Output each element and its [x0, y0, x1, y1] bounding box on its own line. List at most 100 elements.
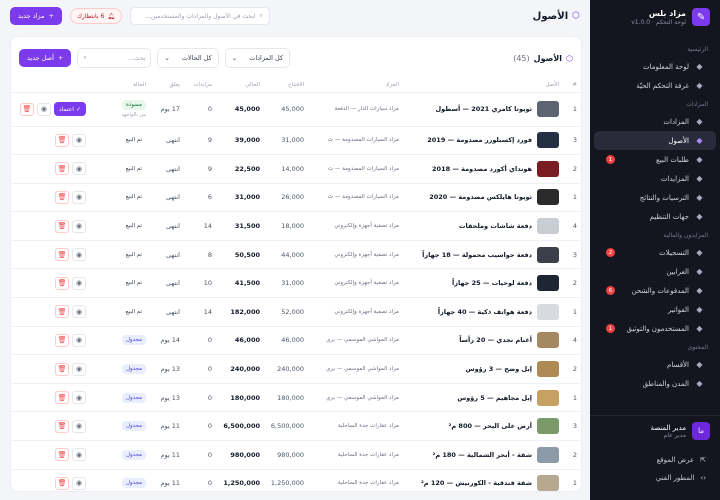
- view-button[interactable]: ◉: [72, 362, 86, 376]
- view-button[interactable]: ◉: [72, 419, 86, 433]
- delete-button[interactable]: 🗑︎: [55, 162, 69, 176]
- delete-button[interactable]: 🗑︎: [55, 219, 69, 233]
- row-number-cell: 2: [563, 268, 581, 299]
- sidebar-item[interactable]: ◆ الترسيات والنتائج: [594, 188, 716, 207]
- table-row[interactable]: 2 هونداي أكورد مصدومة — 2018 مزاد السيارات…: [11, 154, 581, 184]
- brand[interactable]: ✎ مزاد بلس لوحة التحكم · v1.0.0: [590, 0, 720, 34]
- pending-badge[interactable]: 🔔︎ 6 بانتظارك: [69, 8, 122, 24]
- delete-button[interactable]: 🗑︎: [55, 133, 69, 147]
- sidebar-item[interactable]: ◆ المزايدات: [594, 169, 716, 188]
- view-button[interactable]: ◉: [72, 248, 86, 262]
- asset-link[interactable]: دفعة حواسيب محمولة — 18 جهازاً: [407, 246, 559, 263]
- table-row[interactable]: 3 فورد إكسبلورر مصدومة — 2019 مزاد السيارا…: [11, 126, 581, 156]
- table-row[interactable]: 4 دفعة شاشات وملحقات مزاد تصفية أجهزة وإلك…: [11, 211, 581, 241]
- auction-filter-select[interactable]: كل المزادات ⌄: [224, 48, 291, 68]
- table-row[interactable]: 1 دفعة هواتف ذكية — 40 جهازاً مزاد تصفية أ…: [11, 297, 581, 327]
- global-search-input[interactable]: ⌕ ابحث في الأصول والمزادات والمستخدمين..…: [129, 7, 270, 25]
- asset-thumbnail: [537, 446, 559, 463]
- view-button[interactable]: ◉: [72, 333, 86, 347]
- delete-button[interactable]: 🗑︎: [55, 190, 69, 204]
- closes-cell: انتهى: [150, 297, 184, 327]
- delete-button[interactable]: 🗑︎: [55, 305, 69, 319]
- sidebar-item[interactable]: ◆ المدفوعات والشحن 6: [594, 281, 716, 300]
- sidebar-item[interactable]: ◆ الأقسام: [594, 355, 716, 374]
- asset-link[interactable]: تويوتا هايلكس مصدومة — 2020: [407, 189, 559, 206]
- table-row[interactable]: 3 أرض على البحر — 800 م² مزاد عقارات جدة ا…: [11, 411, 581, 442]
- asset-link[interactable]: فورد إكسبلورر مصدومة — 2019: [407, 132, 559, 149]
- view-button[interactable]: ◉: [72, 276, 86, 290]
- table-row[interactable]: 2 دفعة لوحيات — 25 جهازاً مزاد تصفية أجهزة…: [11, 268, 581, 299]
- view-button[interactable]: ◉: [72, 219, 86, 233]
- asset-link[interactable]: هونداي أكورد مصدومة — 2018: [407, 160, 559, 177]
- opening-price-cell: 1,250,000: [264, 469, 308, 491]
- view-button[interactable]: ◉: [72, 391, 86, 405]
- delete-button[interactable]: 🗑︎: [55, 248, 69, 262]
- delete-button[interactable]: 🗑︎: [19, 102, 34, 116]
- opening-price: 46,000: [281, 336, 304, 345]
- box-icon: ⬡: [566, 53, 573, 63]
- asset-link[interactable]: تويوتا كامري 2021 — أسطول: [407, 101, 559, 117]
- table-row[interactable]: 1 شقة فندقية - الكورنيش — 120 م² مزاد عقار…: [11, 469, 581, 491]
- sidebar-item[interactable]: ◆ لوحة المعلومات: [594, 57, 716, 76]
- delete-button[interactable]: 🗑︎: [55, 391, 69, 405]
- view-button[interactable]: ◉: [72, 448, 86, 462]
- view-button[interactable]: ◉: [72, 305, 86, 319]
- table-row[interactable]: 3 دفعة حواسيب محمولة — 18 جهازاً مزاد تصفي…: [11, 240, 581, 270]
- asset-link[interactable]: شقة - أبحر الشمالية — 180 م²: [407, 446, 559, 463]
- view-site-link[interactable]: ⇱ عرض الموقع: [590, 452, 720, 468]
- sidebar-item[interactable]: ◆ غرفة التحكم الحيّة: [594, 76, 716, 95]
- sidebar-item[interactable]: ◆ المزادات: [594, 112, 716, 131]
- asset-link[interactable]: دفعة شاشات وملحقات: [407, 218, 559, 235]
- table-row[interactable]: 2 إبل وضح — 3 رؤوس مزاد المواشي الموسمي — …: [11, 354, 581, 384]
- view-button[interactable]: ◉: [72, 190, 86, 204]
- view-button[interactable]: ◉: [72, 476, 86, 490]
- table-row[interactable]: 1 تويوتا كامري 2021 — أسطول مزاد سيارات ال…: [11, 92, 581, 127]
- trash-icon: 🗑︎: [57, 479, 67, 488]
- delete-button[interactable]: 🗑︎: [55, 419, 69, 433]
- sidebar-item[interactable]: ◆ العرابين: [594, 262, 716, 281]
- sidebar-item[interactable]: ◆ المدن والمناطق: [594, 374, 716, 393]
- asset-link[interactable]: إبل وضح — 3 رؤوس: [407, 361, 559, 378]
- delete-button[interactable]: 🗑︎: [55, 276, 69, 290]
- asset-link[interactable]: شقة فندقية - الكورنيش — 120 م²: [407, 475, 559, 491]
- sidebar-item[interactable]: ◆ المستخدمون والتوثيق 1: [594, 319, 716, 338]
- nav-count-badge: 1: [606, 324, 615, 333]
- code-icon: ‹›: [700, 474, 706, 482]
- opening-price-cell: 980,000: [264, 440, 308, 470]
- table-row[interactable]: 1 تويوتا هايلكس مصدومة — 2020 مزاد السيارا…: [11, 183, 581, 213]
- view-button[interactable]: ◉: [36, 102, 51, 116]
- table-row[interactable]: 4 أغنام نجدي — 20 رأساً مزاد المواشي الموس…: [11, 326, 581, 356]
- new-auction-button[interactable]: + مزاد جديد: [10, 7, 62, 25]
- delete-button[interactable]: 🗑︎: [55, 362, 69, 376]
- asset-link[interactable]: إبل مجاهيم — 5 رؤوس: [407, 389, 559, 406]
- page-title-text: الأصول: [532, 10, 569, 22]
- status-filter-select[interactable]: كل الحالات ⌄: [157, 48, 219, 68]
- add-asset-label: أصل جديد: [27, 54, 54, 62]
- sidebar-item-label: الترسيات والنتائج: [639, 193, 689, 202]
- closes-cell: 11 يوم: [150, 411, 184, 442]
- sidebar-item[interactable]: ◆ جهات التنظيم: [594, 207, 716, 226]
- asset-link[interactable]: دفعة هواتف ذكية — 40 جهازاً: [407, 303, 559, 320]
- asset-link[interactable]: أغنام نجدي — 20 رأساً: [407, 332, 559, 349]
- status-badge: مجدول: [121, 478, 146, 489]
- asset-link[interactable]: أرض على البحر — 800 م²: [407, 418, 559, 435]
- status-badge: مجدول: [121, 421, 146, 432]
- developer-link[interactable]: ‹› المطور الفني: [590, 470, 720, 486]
- delete-button[interactable]: 🗑︎: [55, 476, 69, 490]
- delete-button[interactable]: 🗑︎: [55, 448, 69, 462]
- table-row[interactable]: 2 شقة - أبحر الشمالية — 180 م² مزاد عقارات…: [11, 440, 581, 470]
- profile-card[interactable]: ما مدير المنصة مدير عام: [590, 415, 720, 446]
- asset-link[interactable]: دفعة لوحيات — 25 جهازاً: [407, 275, 559, 292]
- sidebar-item[interactable]: ◆ طلبات البيع 1: [594, 150, 716, 169]
- view-button[interactable]: ◉: [72, 133, 86, 147]
- add-asset-button[interactable]: + أصل جديد: [19, 49, 72, 67]
- table-row[interactable]: 1 إبل مجاهيم — 5 رؤوس مزاد المواشي الموسمي…: [11, 383, 581, 413]
- asset-search-input[interactable]: بحث... ⌕: [77, 48, 152, 68]
- delete-button[interactable]: 🗑︎: [55, 333, 69, 347]
- sidebar-item[interactable]: ◆ التسجيلات 2: [594, 243, 716, 262]
- sidebar-item[interactable]: ◆ الفواتير: [594, 300, 716, 319]
- sidebar-item[interactable]: ◆ الأصول: [594, 131, 716, 150]
- nav-count-badge: 6: [606, 286, 615, 295]
- view-button[interactable]: ◉: [72, 162, 86, 176]
- approve-button[interactable]: ✓ اعتماد: [53, 102, 86, 116]
